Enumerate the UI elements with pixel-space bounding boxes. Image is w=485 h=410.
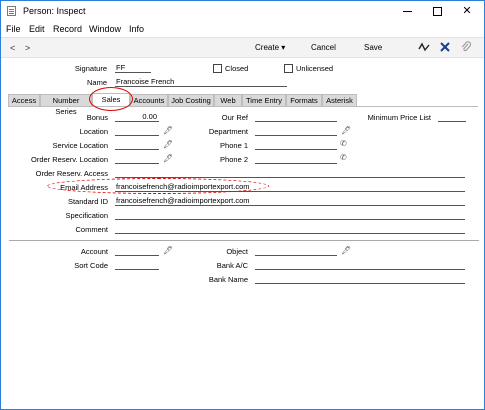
- email-address-field[interactable]: francoisefrench@radioimportexport.com: [115, 182, 465, 192]
- paste-special-icon[interactable]: 🖋: [163, 247, 173, 255]
- unlicensed-checkbox[interactable]: [284, 64, 293, 73]
- minimum-price-list-label: Minimum Price List: [367, 113, 431, 122]
- window-title: Person: Inspect: [23, 6, 86, 16]
- comment-field[interactable]: [115, 224, 465, 234]
- our-ref-label: Our Ref: [221, 113, 248, 122]
- save-button[interactable]: Save: [364, 43, 382, 52]
- phone2-field[interactable]: [255, 154, 337, 164]
- tab-accounts[interactable]: Accounts: [130, 94, 168, 106]
- minimum-price-list-field[interactable]: [438, 112, 466, 122]
- tab-sales[interactable]: Sales: [92, 93, 130, 106]
- order-reserv-access-field[interactable]: [115, 168, 465, 178]
- service-location-field[interactable]: [115, 140, 159, 150]
- tab-divider: [8, 106, 478, 107]
- paste-special-icon[interactable]: 🖋: [163, 127, 173, 135]
- connect-icon[interactable]: [438, 41, 452, 55]
- standard-id-field[interactable]: francoisefrench@radioimportexport.com: [115, 196, 465, 206]
- name-label: Name: [86, 78, 107, 87]
- closed-label: Closed: [225, 64, 249, 73]
- minimize-icon: [402, 10, 412, 12]
- account-field[interactable]: [115, 246, 159, 256]
- order-reserv-access-label: Order Reserv. Access: [35, 169, 108, 178]
- menu-window[interactable]: Window: [89, 24, 121, 34]
- tab-asterisk[interactable]: Asterisk: [322, 94, 357, 106]
- maximize-button[interactable]: [422, 1, 452, 21]
- comment-label: Comment: [75, 225, 108, 234]
- title-bar: Person: Inspect ✕: [1, 1, 484, 21]
- object-field[interactable]: [255, 246, 337, 256]
- signature-field[interactable]: FF: [115, 63, 151, 73]
- unlicensed-label: Unlicensed: [296, 64, 334, 73]
- phone1-label: Phone 1: [220, 141, 248, 150]
- minimize-button[interactable]: [392, 1, 422, 21]
- person-form: Signature FF Name Francoise French Close…: [1, 59, 484, 409]
- menu-file[interactable]: File: [6, 24, 21, 34]
- phone-icon[interactable]: ✆: [340, 153, 348, 162]
- tab-number-series[interactable]: Number Series: [40, 94, 92, 116]
- section-divider: [9, 240, 479, 241]
- paste-special-icon[interactable]: 🖋: [341, 127, 351, 135]
- tab-formats[interactable]: Formats: [286, 94, 322, 106]
- paste-special-icon[interactable]: 🖋: [341, 247, 351, 255]
- close-button[interactable]: ✕: [452, 1, 482, 21]
- sort-code-field[interactable]: [115, 260, 159, 270]
- tab-bar: Access Number Series Sales Accounts Job …: [8, 93, 357, 116]
- service-location-label: Service Location: [52, 141, 108, 150]
- cancel-button[interactable]: Cancel: [311, 43, 336, 52]
- name-field[interactable]: Francoise French: [115, 77, 287, 87]
- bonus-label: Bonus: [86, 113, 108, 122]
- paste-special-icon[interactable]: 🖋: [163, 141, 173, 149]
- maximize-icon: [432, 6, 442, 16]
- account-label: Account: [80, 247, 108, 256]
- closed-checkbox[interactable]: [213, 64, 222, 73]
- create-button[interactable]: Create ▾: [255, 43, 285, 52]
- order-reserv-location-label: Order Reserv. Location: [31, 155, 108, 164]
- phone1-field[interactable]: [255, 140, 337, 150]
- tab-web[interactable]: Web: [214, 94, 242, 106]
- bank-ac-field[interactable]: [255, 260, 465, 270]
- bank-name-label: Bank Name: [208, 275, 248, 284]
- attachment-icon[interactable]: [459, 41, 473, 55]
- bank-ac-label: Bank A/C: [216, 261, 248, 270]
- standard-id-label: Standard ID: [67, 197, 108, 206]
- bonus-field[interactable]: 0.00: [115, 112, 159, 122]
- create-label: Create: [255, 43, 280, 52]
- tab-time-entry[interactable]: Time Entry: [242, 94, 286, 106]
- our-ref-field[interactable]: [255, 112, 337, 122]
- chevron-down-icon: ▾: [281, 43, 286, 52]
- menu-edit[interactable]: Edit: [29, 24, 45, 34]
- tab-job-costing[interactable]: Job Costing: [168, 94, 214, 106]
- menu-record[interactable]: Record: [53, 24, 82, 34]
- department-field[interactable]: [255, 126, 337, 136]
- email-address-label: Email Address: [60, 183, 108, 192]
- menu-bar: File Edit Record Window Info: [1, 21, 484, 37]
- signature-label: Signature: [74, 64, 107, 73]
- location-field[interactable]: [115, 126, 159, 136]
- phone-icon[interactable]: ✆: [340, 139, 348, 148]
- paste-special-icon[interactable]: 🖋: [163, 155, 173, 163]
- menu-info[interactable]: Info: [129, 24, 144, 34]
- department-label: Department: [208, 127, 248, 136]
- close-icon: ✕: [462, 5, 472, 17]
- toolbar: < > Create ▾ Cancel Save: [1, 37, 484, 58]
- app-window-icon: [7, 6, 16, 16]
- activity-icon[interactable]: [417, 41, 431, 55]
- next-record-button[interactable]: >: [25, 43, 30, 53]
- tab-access[interactable]: Access: [8, 94, 40, 106]
- specification-field[interactable]: [115, 210, 465, 220]
- bank-name-field[interactable]: [255, 274, 465, 284]
- phone2-label: Phone 2: [220, 155, 248, 164]
- person-inspect-window: Person: Inspect ✕ File Edit Record Windo…: [0, 0, 485, 410]
- specification-label: Specification: [65, 211, 108, 220]
- sort-code-label: Sort Code: [74, 261, 108, 270]
- location-label: Location: [79, 127, 108, 136]
- object-label: Object: [226, 247, 248, 256]
- previous-record-button[interactable]: <: [10, 43, 15, 53]
- order-reserv-location-field[interactable]: [115, 154, 159, 164]
